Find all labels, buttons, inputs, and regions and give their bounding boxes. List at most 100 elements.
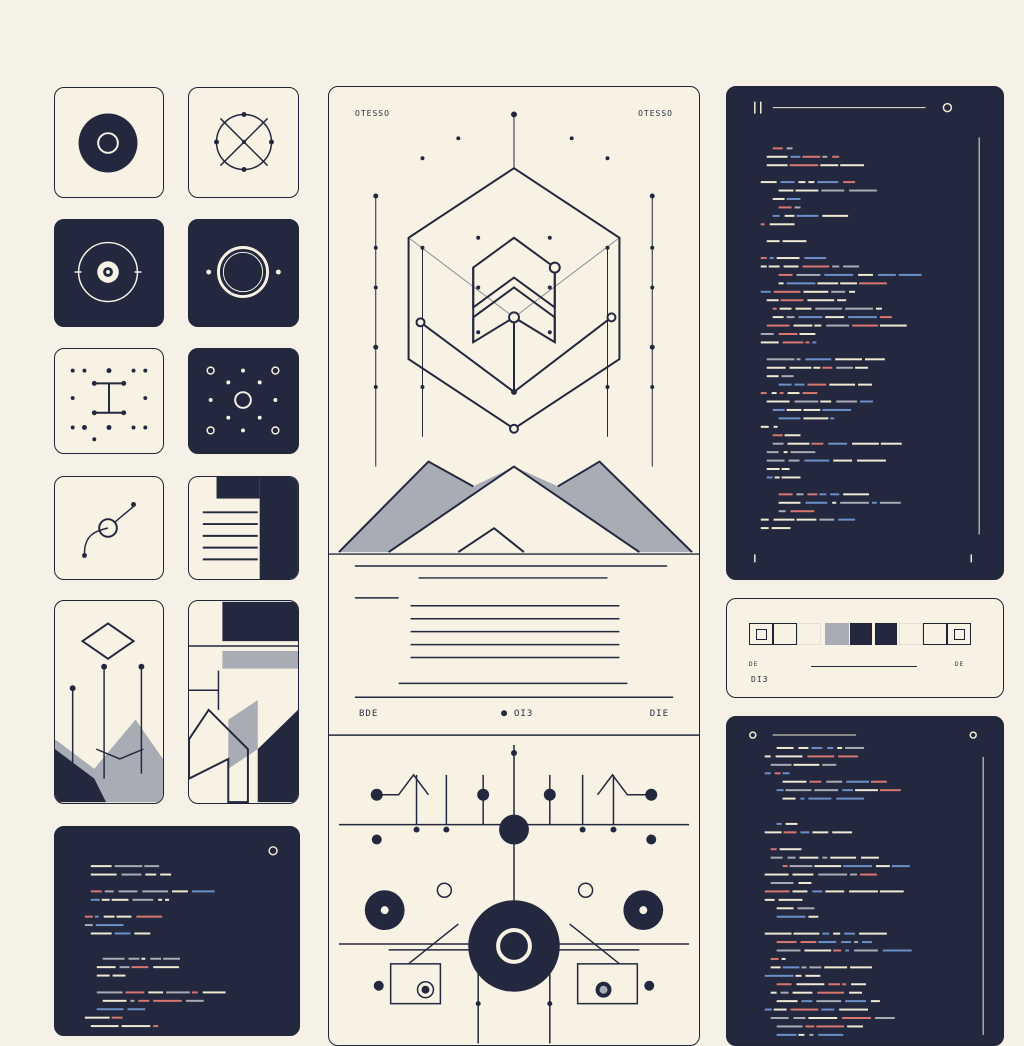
- code-token: [796, 214, 819, 217]
- code-token: [828, 983, 841, 986]
- code-token: [858, 273, 873, 276]
- code-token: [84, 915, 93, 918]
- code-token: [832, 265, 840, 268]
- mountain-diamond-icon: [55, 622, 163, 803]
- code-token: [794, 400, 819, 403]
- code-token: [811, 442, 824, 445]
- code-token: [776, 822, 782, 825]
- code-token: [790, 451, 816, 454]
- palette-tick-left: DE: [749, 661, 759, 668]
- circle-icon-tile[interactable]: [188, 219, 299, 327]
- code-token: [127, 1008, 146, 1011]
- code-token: [816, 1025, 845, 1028]
- code-token: [804, 257, 827, 260]
- code-token: [125, 991, 145, 994]
- code-token: [191, 890, 215, 893]
- code-token: [828, 442, 848, 445]
- code-token: [799, 333, 816, 335]
- focus-ring-icon-tile[interactable]: [54, 219, 164, 327]
- document-lines-icon-tile[interactable]: [188, 476, 299, 580]
- focus-ring-icon: [74, 241, 142, 303]
- code-token: [832, 501, 837, 504]
- color-palette-card[interactable]: DE DE DI3: [726, 598, 1004, 698]
- code-token: [850, 966, 872, 969]
- swatch-outline-dot-left[interactable]: [749, 623, 773, 645]
- code-editor-card-top[interactable]: [726, 86, 1004, 580]
- code-token: [764, 831, 782, 834]
- code-token: [839, 1008, 868, 1011]
- mountain-diamond-icon-tile[interactable]: [54, 600, 164, 804]
- swatch-cream-2[interactable]: [797, 623, 821, 645]
- code-token: [803, 408, 821, 411]
- code-token: [825, 316, 845, 319]
- code-token: [166, 991, 190, 994]
- code-token: [825, 890, 845, 893]
- code-token: [812, 341, 817, 344]
- code-token: [778, 189, 794, 192]
- code-token: [813, 366, 821, 369]
- code-editor-card-bottom[interactable]: [726, 716, 1004, 1046]
- code-token: [798, 1033, 805, 1036]
- code-token: [760, 181, 777, 184]
- code-token: [185, 999, 204, 1002]
- code-token: [841, 941, 852, 944]
- geometric-pattern-icon: [189, 601, 298, 803]
- code-token: [764, 932, 792, 935]
- code-token: [150, 957, 162, 960]
- code-token: [101, 898, 110, 901]
- swatch-grey[interactable]: [825, 623, 849, 645]
- node-grid-icon-tile[interactable]: [54, 348, 164, 454]
- curve-node-icon-tile[interactable]: [54, 476, 164, 580]
- code-token: [849, 991, 863, 994]
- code-token: [760, 333, 774, 335]
- code-token: [858, 383, 872, 386]
- geometric-pattern-icon-tile[interactable]: [188, 600, 299, 804]
- code-token: [792, 991, 813, 994]
- code-token: [862, 941, 872, 944]
- code-token: [90, 890, 102, 893]
- swatch-cream-3[interactable]: [899, 623, 923, 645]
- code-token: [95, 924, 124, 927]
- code-token: [145, 873, 157, 876]
- code-token: [879, 890, 904, 893]
- code-token: [783, 451, 788, 454]
- code-token: [172, 890, 188, 893]
- hexagon-diagram: [329, 111, 699, 1044]
- code-token: [875, 307, 882, 310]
- code-token: [840, 164, 865, 167]
- code-token: [766, 358, 795, 361]
- code-token: [776, 746, 794, 749]
- code-token: [802, 155, 821, 158]
- code-token: [798, 881, 812, 884]
- code-token: [830, 856, 857, 859]
- code-token: [778, 501, 801, 504]
- code-token: [838, 755, 859, 758]
- swatch-navy-2[interactable]: [875, 623, 897, 645]
- code-token: [833, 459, 853, 462]
- code-token: [846, 780, 869, 783]
- code-token: [788, 459, 800, 462]
- code-snippet-card-bottom-left[interactable]: [54, 826, 300, 1036]
- code-token: [789, 366, 812, 369]
- code-token: [96, 1008, 124, 1011]
- code-token: [819, 518, 835, 521]
- code-token: [822, 366, 833, 369]
- dot-cluster-icon-tile[interactable]: [188, 348, 299, 454]
- code-token: [852, 324, 878, 327]
- target-icon-tile[interactable]: [54, 87, 164, 198]
- code-token: [776, 907, 794, 910]
- crosshair-icon: [214, 112, 274, 172]
- crosshair-icon-tile[interactable]: [188, 87, 299, 198]
- code-token: [144, 865, 160, 868]
- code-token: [818, 941, 837, 944]
- code-lines: [749, 731, 984, 1036]
- code-token: [796, 273, 821, 276]
- swatch-cream-1[interactable]: [773, 623, 797, 645]
- code-token: [845, 949, 850, 952]
- swatch-outline-dot-right[interactable]: [947, 623, 971, 645]
- code-token: [799, 856, 819, 859]
- swatch-navy-1[interactable]: [850, 623, 872, 645]
- code-token: [764, 890, 790, 893]
- code-token: [801, 1000, 813, 1003]
- swatch-outline-1[interactable]: [923, 623, 947, 645]
